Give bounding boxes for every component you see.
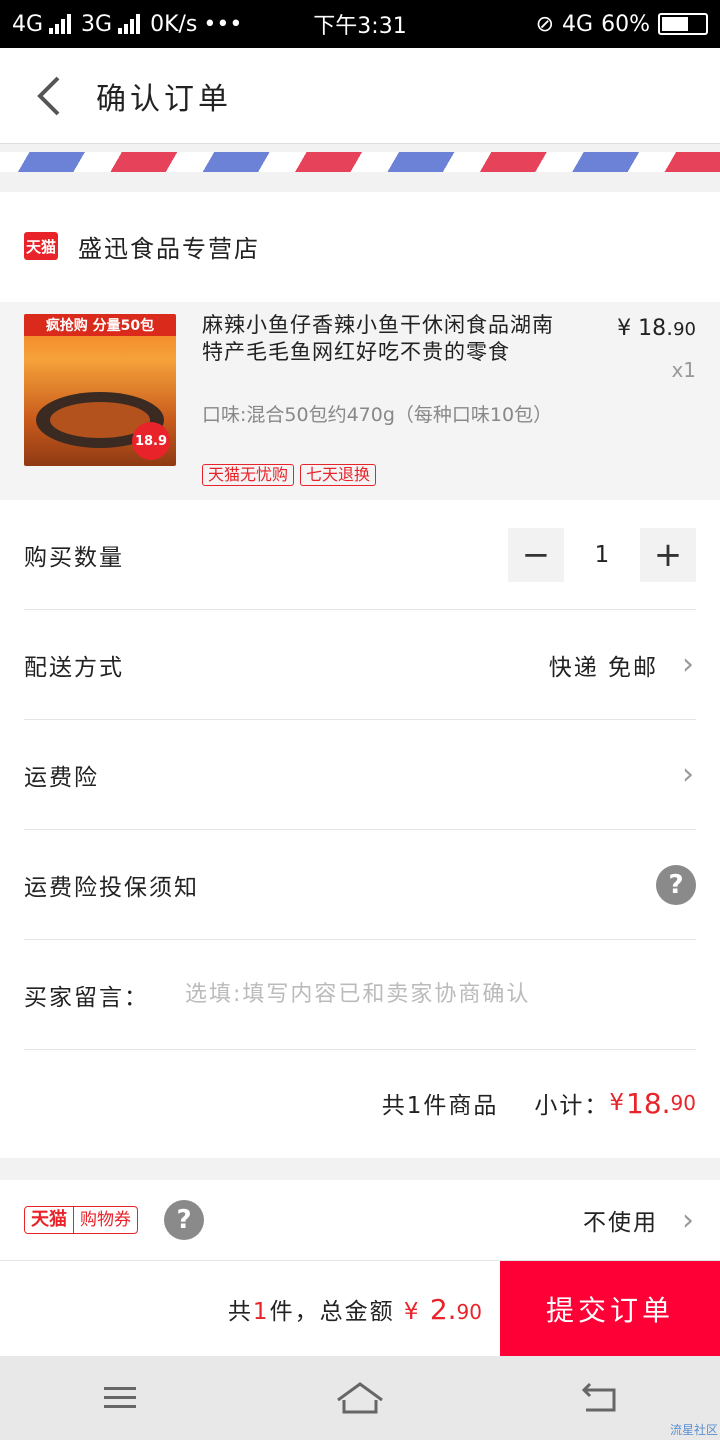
product-spec: 口味:混合50包约470g（每种口味10包） xyxy=(202,404,553,426)
delivery-row[interactable]: 配送方式 快递 免邮 › xyxy=(24,610,696,720)
total-prefix: 共 xyxy=(227,1298,253,1325)
network-4g-label-right: 4G xyxy=(562,11,594,37)
decrease-button[interactable]: − xyxy=(508,527,564,582)
subtotal-cents: 90 xyxy=(670,1091,696,1115)
increase-button[interactable]: + xyxy=(640,527,696,582)
buyer-message-label: 买家留言： xyxy=(24,984,149,1011)
item-count-text: 共1件商品 xyxy=(381,1093,499,1119)
status-right: ⊘ 4G 60% xyxy=(536,12,708,37)
status-left: 4G 3G 0K/s ••• xyxy=(12,12,242,37)
chevron-right-icon: › xyxy=(682,757,694,792)
network-4g-label: 4G xyxy=(12,11,44,37)
total-cents: 90 xyxy=(456,1299,482,1324)
network-3g-label: 3G xyxy=(81,11,113,37)
menu-icon xyxy=(104,1387,136,1408)
menu-button[interactable] xyxy=(80,1368,160,1428)
store-name: 盛迅食品专营店 xyxy=(78,234,260,263)
subtotal-label: 小计： xyxy=(534,1093,610,1119)
total-suffix: 件，总金额 xyxy=(269,1298,395,1325)
product-title: 麻辣小鱼仔香辣小鱼干休闲食品湖南特产毛毛鱼网红好吃不贵的零食 xyxy=(202,313,554,364)
battery-percent: 60% xyxy=(601,11,650,37)
coupon-row[interactable]: 天猫 购物券 ? 不使用 › xyxy=(0,1180,720,1260)
status-bar: 4G 3G 0K/s ••• 下午3:31 ⊘ 4G 60% xyxy=(0,0,720,48)
chevron-right-icon: › xyxy=(682,647,694,682)
tmall-coupon-badge: 天猫 购物券 xyxy=(24,1206,138,1234)
product-tag: 七天退换 xyxy=(300,464,377,486)
help-icon[interactable]: ? xyxy=(164,1200,204,1240)
app-header: 确认订单 xyxy=(0,48,720,144)
page-title: 确认订单 xyxy=(96,81,232,117)
product-price-main: ¥ 18. xyxy=(617,316,674,341)
subtotal-currency: ¥ xyxy=(609,1090,627,1116)
signal-icon xyxy=(49,14,72,34)
chevron-left-icon xyxy=(37,76,60,115)
home-button[interactable] xyxy=(320,1368,400,1428)
checkout-bar: 共1件，总金额 ¥ 2.90 提交订单 xyxy=(0,1260,720,1357)
product-price: ¥ 18.90 xyxy=(617,316,696,341)
product-image: 疯抢购 分量50包 18.9 xyxy=(24,314,176,466)
delivery-value: 快递 免邮 xyxy=(548,654,658,681)
signal-icon-2 xyxy=(118,14,141,34)
total-currency: ¥ xyxy=(394,1298,430,1325)
airmail-divider xyxy=(0,152,720,172)
network-speed: 0K/s xyxy=(150,11,198,37)
buyer-message-input[interactable] xyxy=(185,982,696,1007)
quantity-row: 购买数量 − 1 + xyxy=(24,500,696,610)
freight-insurance-row[interactable]: 运费险 › xyxy=(24,720,696,830)
product-tag: 天猫无忧购 xyxy=(202,464,295,486)
product-tags: 天猫无忧购 七天退换 xyxy=(202,464,377,486)
quantity-value[interactable]: 1 xyxy=(564,542,640,568)
delivery-label: 配送方式 xyxy=(24,654,124,681)
submit-order-button[interactable]: 提交订单 xyxy=(500,1260,720,1357)
watermark: 流星社区 xyxy=(669,1423,718,1437)
back-nav-button[interactable] xyxy=(560,1368,640,1428)
insurance-notice-row: 运费险投保须知 ? xyxy=(24,830,696,940)
product-image-price-tag: 18.9 xyxy=(132,422,170,460)
coupon-badge-brand: 天猫 xyxy=(25,1207,74,1233)
coupon-value: 不使用 xyxy=(583,1210,658,1236)
store-header[interactable]: 天猫 盛迅食品专营店 xyxy=(0,192,720,300)
back-button[interactable] xyxy=(0,48,96,144)
order-total: 共1件，总金额 ¥ 2.90 xyxy=(0,1292,500,1326)
more-dots: ••• xyxy=(203,11,243,37)
help-icon[interactable]: ? xyxy=(656,864,696,905)
total-amount: 2. xyxy=(429,1292,457,1326)
subtotal-row: 共1件商品 小计： ¥ 18. 90 xyxy=(24,1048,696,1158)
home-icon xyxy=(337,1382,383,1414)
product-price-cents: 90 xyxy=(673,319,696,340)
quantity-label: 购买数量 xyxy=(24,544,124,571)
subtotal-amount: 18. xyxy=(626,1086,671,1120)
product-item[interactable]: 疯抢购 分量50包 18.9 麻辣小鱼仔香辣小鱼干休闲食品湖南特产毛毛鱼网红好吃… xyxy=(0,302,720,500)
battery-icon xyxy=(658,13,708,35)
order-card: 天猫 盛迅食品专营店 疯抢购 分量50包 18.9 麻辣小鱼仔香辣小鱼干休闲食品… xyxy=(0,192,720,1158)
alarm-off-icon: ⊘ xyxy=(535,11,555,37)
system-nav-bar: 流星社区 xyxy=(0,1356,720,1440)
total-count: 1 xyxy=(252,1298,270,1325)
tmall-logo: 天猫 xyxy=(24,232,58,260)
product-image-banner: 疯抢购 分量50包 xyxy=(24,314,176,336)
return-icon xyxy=(581,1382,616,1412)
buyer-message-row: 买家留言： xyxy=(24,940,696,1050)
freight-insurance-label: 运费险 xyxy=(24,764,99,791)
quantity-stepper: − 1 + xyxy=(508,527,696,582)
coupon-badge-label: 购物券 xyxy=(80,1210,131,1230)
product-quantity: x1 xyxy=(671,358,696,382)
insurance-notice-label: 运费险投保须知 xyxy=(24,874,199,901)
chevron-right-icon: › xyxy=(682,1202,694,1238)
